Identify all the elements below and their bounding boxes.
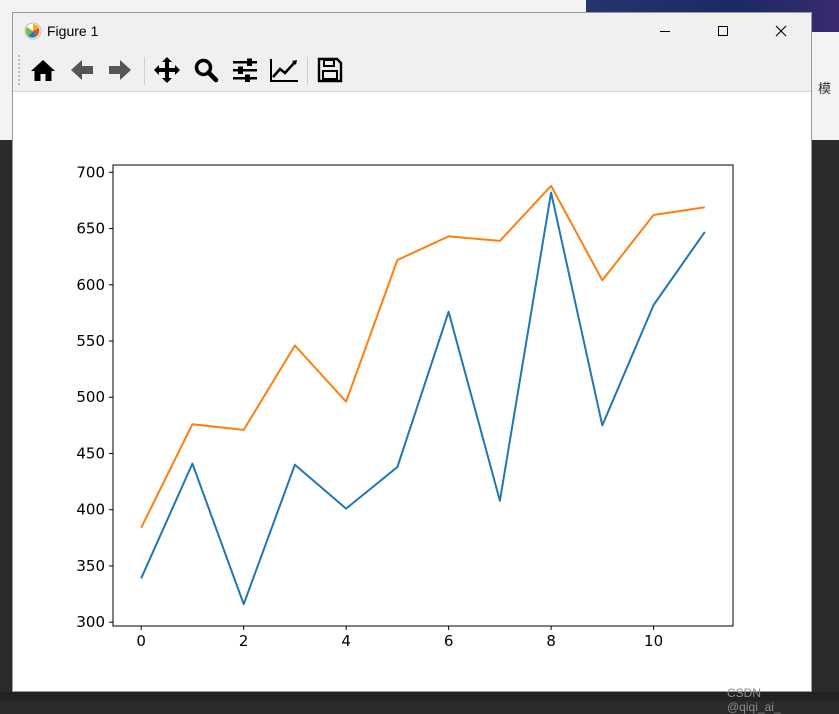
y-tick-label: 700 (76, 163, 105, 181)
sliders-icon (233, 58, 257, 82)
watermark: CSDN @qiqi_ai_ (727, 686, 781, 714)
toolbar-grip[interactable] (18, 55, 23, 85)
background-status-strip (0, 692, 839, 701)
window-title: Figure 1 (47, 23, 99, 39)
zoom-button[interactable] (190, 54, 222, 86)
home-button[interactable] (27, 54, 59, 86)
figure-window: Figure 1 0 2 4 6 8 10 300 350 400 450 50… (12, 12, 812, 714)
x-tick-label: 6 (444, 632, 454, 650)
series-line-2 (140, 184, 705, 529)
y-tick-label: 600 (76, 276, 105, 294)
save-button[interactable] (314, 54, 346, 86)
y-tick-label: 650 (76, 220, 105, 238)
forward-button[interactable] (104, 54, 136, 86)
maximize-icon (718, 26, 728, 36)
minimize-button[interactable] (636, 13, 694, 49)
series-line-1 (140, 191, 706, 606)
arrow-right-icon (109, 60, 131, 80)
toolbar-separator (144, 57, 145, 85)
magnifier-icon (194, 58, 219, 83)
toolbar-separator (307, 57, 308, 85)
navigation-toolbar (13, 49, 811, 92)
edit-axis-button[interactable] (268, 54, 300, 86)
axes-frame (112, 164, 734, 627)
minimize-icon (660, 31, 670, 32)
move-icon (154, 57, 180, 83)
y-tick-label: 350 (76, 557, 105, 575)
floppy-disk-icon (317, 57, 343, 83)
pan-button[interactable] (151, 54, 183, 86)
background-editor-strip (0, 140, 12, 701)
y-tick-label: 500 (76, 388, 105, 406)
home-icon (31, 60, 55, 81)
y-tick-label: 550 (76, 332, 105, 350)
y-tick-label: 450 (76, 444, 105, 462)
background-side-label: 模 (818, 82, 832, 97)
x-tick-label: 10 (644, 632, 663, 650)
back-button[interactable] (66, 54, 98, 86)
x-tick-label: 4 (341, 632, 351, 650)
figure-canvas[interactable]: 0 2 4 6 8 10 300 350 400 450 500 550 600 650 700 CSDN … (13, 92, 811, 714)
x-tick-label: 0 (136, 632, 146, 650)
y-tick-label: 400 (76, 501, 105, 519)
line-chart-icon (270, 59, 298, 82)
matplotlib-logo-icon (24, 22, 42, 40)
y-tick-label: 300 (76, 613, 105, 631)
x-tick-label: 2 (239, 632, 249, 650)
arrow-left-icon (71, 60, 93, 80)
x-tick-label: 8 (546, 632, 556, 650)
configure-subplots-button[interactable] (229, 54, 261, 86)
line-chart: 0 2 4 6 8 10 300 350 400 450 500 550 600 650 700 (76, 163, 734, 650)
close-button[interactable] (752, 13, 810, 49)
close-icon (775, 25, 787, 37)
maximize-button[interactable] (694, 13, 752, 49)
title-bar: Figure 1 (13, 13, 811, 49)
